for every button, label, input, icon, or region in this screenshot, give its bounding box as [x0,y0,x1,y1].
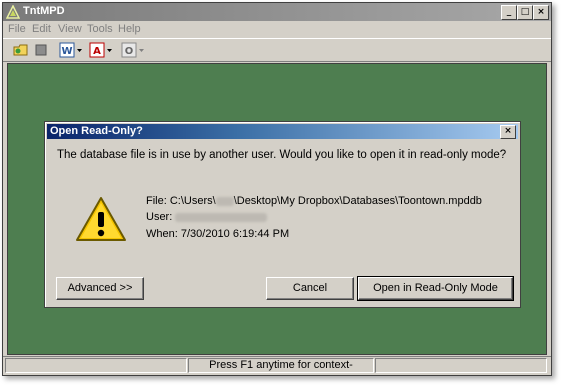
menu-file[interactable]: File [8,23,26,35]
cancel-button[interactable]: Cancel [266,277,354,300]
file-path-suffix: \Desktop\My Dropbox\Databases\Toontown.m… [233,195,482,207]
outlook-icon[interactable]: O [121,42,137,58]
warning-icon [76,197,126,241]
tntmpd-logo-icon [6,5,20,19]
open-readonly-button[interactable]: Open in Read-Only Mode [357,276,514,301]
status-panel-right [375,358,547,373]
pdf-icon[interactable]: A [89,42,105,58]
user-info: User: [146,211,268,223]
dialog-title-bar[interactable]: Open Read-Only? × [47,124,518,139]
stop-icon[interactable] [33,42,49,58]
minimize-button[interactable]: _ [501,5,517,20]
dialog-title: Open Read-Only? [50,125,143,137]
redacted-username [215,196,234,206]
word-icon[interactable]: W [59,42,75,58]
maximize-button[interactable]: □ [517,5,533,20]
open-readonly-dialog: Open Read-Only? × The database file is i… [44,121,521,308]
svg-text:W: W [61,46,72,57]
status-panel-left [5,358,187,373]
chevron-down-icon[interactable] [76,42,83,58]
title-bar[interactable]: TntMPD _ □ × [3,3,551,21]
file-info: File: C:\Users\ \Desktop\My Dropbox\Datab… [146,195,482,207]
chevron-down-icon[interactable] [106,42,113,58]
when-label: When: [146,228,178,240]
status-bar: Press F1 anytime for context-sensitive h… [3,356,551,374]
menu-tools[interactable]: Tools [87,23,113,35]
file-path-prefix: C:\Users\ [169,195,216,207]
menu-bar: File Edit View Tools Help [3,22,551,37]
dialog-close-button[interactable]: × [500,125,516,139]
when-info: When: 7/30/2010 6:19:44 PM [146,228,289,240]
user-label: User: [146,211,173,223]
menu-view[interactable]: View [58,23,82,35]
advanced-button[interactable]: Advanced >> [56,277,144,300]
dialog-message: The database file is in use by another u… [57,149,507,161]
when-value: 7/30/2010 6:19:44 PM [180,228,290,240]
chevron-down-icon[interactable] [138,42,145,58]
svg-text:A: A [93,46,101,57]
toolbar: W A O [3,38,551,62]
close-button[interactable]: × [533,5,549,20]
window-title: TntMPD [23,5,65,17]
menu-help[interactable]: Help [118,23,141,35]
status-message: Press F1 anytime for context-sensitive h… [188,358,374,373]
menu-edit[interactable]: Edit [32,23,51,35]
open-folder-icon[interactable] [13,42,29,58]
redacted-user-value [175,212,268,222]
file-label: File: [146,195,167,207]
svg-text:O: O [125,46,134,57]
